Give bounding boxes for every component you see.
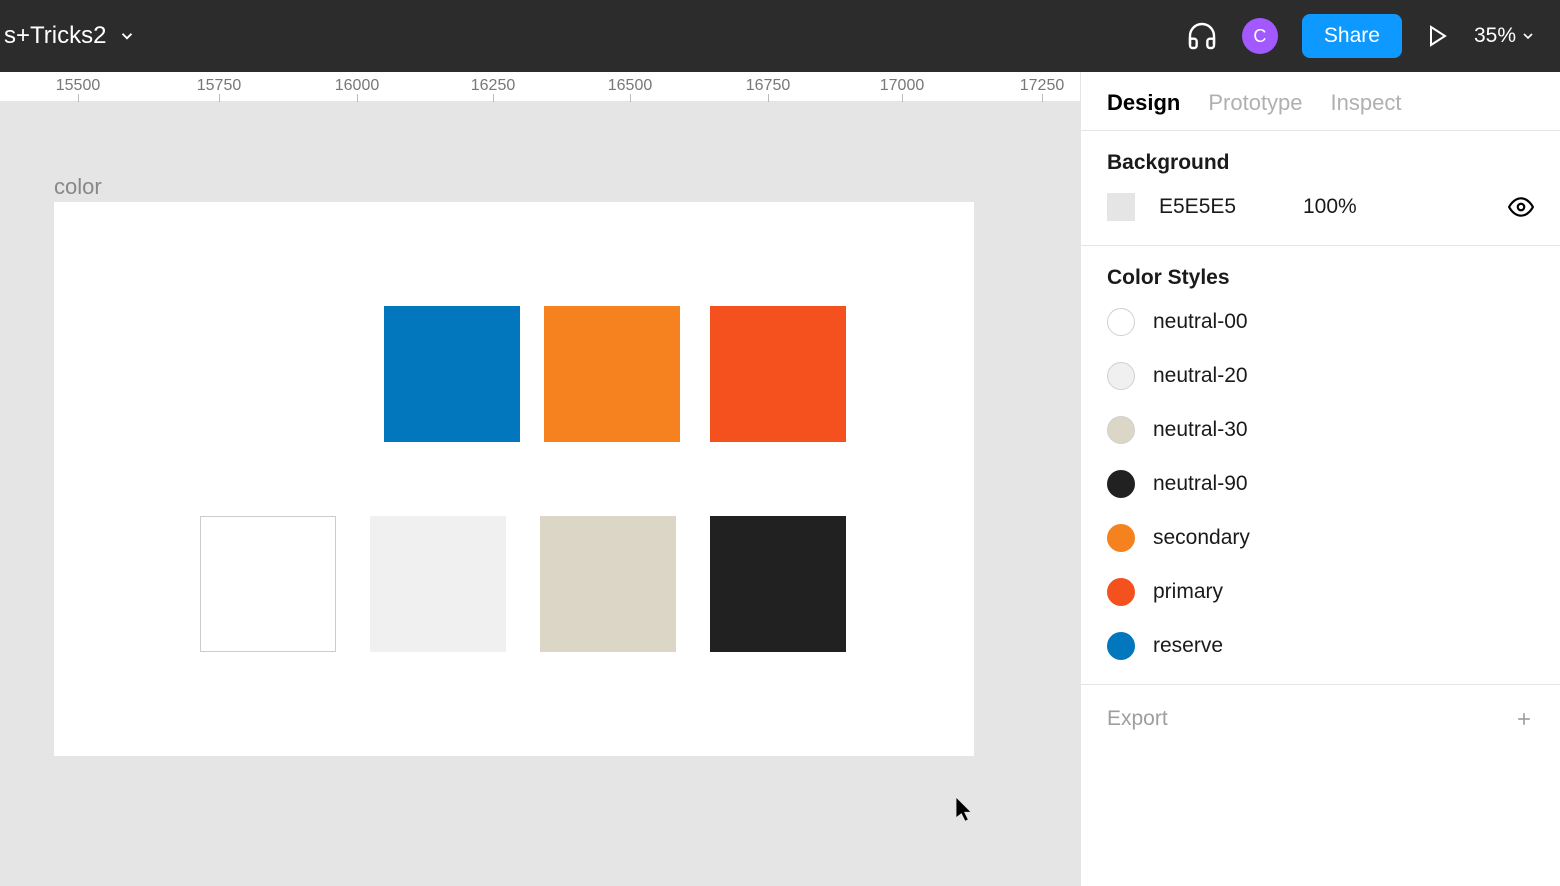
style-row-neutral-30[interactable]: neutral-30: [1107, 416, 1534, 444]
cursor-icon: [955, 798, 973, 822]
ruler-tick-label: 17000: [880, 77, 925, 95]
color-styles-list: neutral-00 neutral-20 neutral-30 neutral…: [1107, 308, 1534, 660]
frame-label[interactable]: color: [54, 174, 102, 200]
tab-inspect[interactable]: Inspect: [1331, 90, 1402, 116]
swatch-reserve[interactable]: [384, 306, 520, 442]
export-title: Export: [1107, 707, 1168, 731]
tab-design[interactable]: Design: [1107, 90, 1180, 116]
background-title: Background: [1107, 151, 1534, 175]
swatch-neutral-90[interactable]: [710, 516, 846, 652]
avatar-initial: C: [1253, 26, 1266, 47]
swatch-neutral-20[interactable]: [370, 516, 506, 652]
background-opacity[interactable]: 100%: [1303, 195, 1383, 219]
style-row-neutral-00[interactable]: neutral-00: [1107, 308, 1534, 336]
chevron-down-icon[interactable]: [118, 27, 136, 45]
swatch-secondary[interactable]: [544, 306, 680, 442]
plus-icon[interactable]: [1514, 709, 1534, 729]
topbar: s+Tricks2 C Share 35%: [0, 0, 1560, 72]
canvas-area[interactable]: color: [0, 102, 1080, 886]
style-swatch: [1107, 308, 1135, 336]
style-label: reserve: [1153, 634, 1223, 658]
ruler-tick-label: 16000: [335, 77, 380, 95]
background-hex[interactable]: E5E5E5: [1159, 195, 1279, 219]
play-icon[interactable]: [1426, 24, 1450, 48]
headphones-icon[interactable]: [1186, 20, 1218, 52]
topbar-left: s+Tricks2: [4, 22, 136, 50]
style-row-reserve[interactable]: reserve: [1107, 632, 1534, 660]
avatar[interactable]: C: [1242, 18, 1278, 54]
topbar-right: C Share 35%: [1186, 14, 1536, 58]
swatch-neutral-30[interactable]: [540, 516, 676, 652]
style-swatch: [1107, 524, 1135, 552]
style-swatch: [1107, 362, 1135, 390]
style-label: neutral-00: [1153, 310, 1248, 334]
swatch-primary[interactable]: [710, 306, 846, 442]
share-button[interactable]: Share: [1302, 14, 1402, 58]
eye-icon[interactable]: [1508, 194, 1534, 220]
ruler-tick-label: 15500: [56, 77, 101, 95]
tab-prototype[interactable]: Prototype: [1208, 90, 1302, 116]
panel-tabs: Design Prototype Inspect: [1081, 72, 1560, 131]
canvas-zone: 15500 15750 16000 16250 16500 16750 17000 17250…: [0, 72, 1080, 886]
style-label: secondary: [1153, 526, 1250, 550]
style-label: neutral-20: [1153, 364, 1248, 388]
swatch-neutral-00[interactable]: [200, 516, 336, 652]
style-swatch: [1107, 632, 1135, 660]
style-label: neutral-30: [1153, 418, 1248, 442]
right-panel: Design Prototype Inspect Background E5E5…: [1080, 72, 1560, 886]
background-color-chip[interactable]: [1107, 193, 1135, 221]
export-section[interactable]: Export: [1081, 685, 1560, 753]
background-section: Background E5E5E5 100%: [1081, 131, 1560, 246]
frame-color[interactable]: [54, 202, 974, 756]
style-label: primary: [1153, 580, 1223, 604]
ruler-tick-label: 16250: [471, 77, 516, 95]
ruler-tick-label: 16500: [608, 77, 653, 95]
color-styles-title: Color Styles: [1107, 266, 1534, 290]
style-row-secondary[interactable]: secondary: [1107, 524, 1534, 552]
horizontal-ruler: 15500 15750 16000 16250 16500 16750 17000 17250: [0, 72, 1080, 102]
background-row[interactable]: E5E5E5 100%: [1107, 193, 1534, 221]
file-title[interactable]: s+Tricks2: [4, 22, 106, 50]
ruler-tick-label: 17250: [1020, 77, 1065, 95]
style-row-primary[interactable]: primary: [1107, 578, 1534, 606]
main: 15500 15750 16000 16250 16500 16750 17000 17250…: [0, 72, 1560, 886]
style-row-neutral-90[interactable]: neutral-90: [1107, 470, 1534, 498]
zoom-dropdown[interactable]: 35%: [1474, 24, 1536, 48]
zoom-value: 35%: [1474, 24, 1516, 48]
color-styles-section: Color Styles neutral-00 neutral-20 neutr…: [1081, 246, 1560, 685]
style-swatch: [1107, 470, 1135, 498]
style-swatch: [1107, 578, 1135, 606]
style-swatch: [1107, 416, 1135, 444]
style-row-neutral-20[interactable]: neutral-20: [1107, 362, 1534, 390]
ruler-tick-label: 15750: [197, 77, 242, 95]
ruler-tick-label: 16750: [746, 77, 791, 95]
style-label: neutral-90: [1153, 472, 1248, 496]
